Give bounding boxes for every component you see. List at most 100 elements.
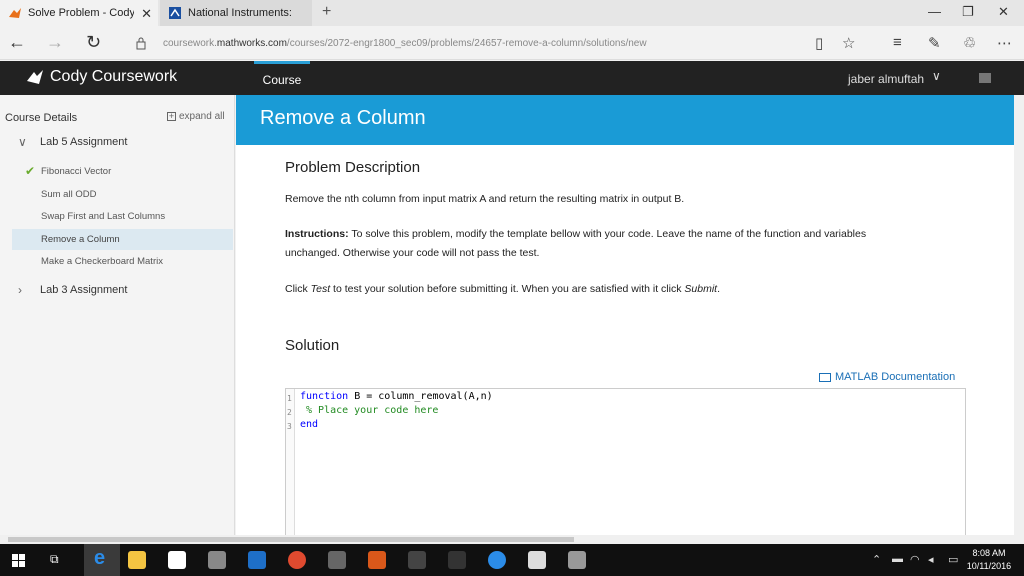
instructions-body-2: unchanged. Otherwise your code will not …: [285, 247, 540, 259]
close-tab-icon[interactable]: ✕: [141, 6, 152, 22]
expand-all-button[interactable]: + expand all: [167, 111, 225, 122]
volume-icon[interactable]: ◂: [928, 553, 934, 566]
nav-tab-course[interactable]: Course: [254, 61, 310, 95]
code-editor[interactable]: 1 2 3 function B = column_removal(A,n) %…: [285, 388, 966, 539]
doc-link-label: MATLAB Documentation: [835, 371, 956, 383]
labview-icon[interactable]: [408, 551, 426, 569]
sidebar-group-lab5[interactable]: ∨ Lab 5 Assignment: [18, 135, 127, 149]
item-label: Remove a Column: [41, 234, 120, 245]
line-number: 3: [287, 422, 292, 431]
submit-word: Submit: [684, 283, 718, 295]
code-keyword: function: [300, 391, 349, 402]
instructions-body: To solve this problem, modify the templa…: [348, 228, 867, 240]
url-path: /courses/2072-engr1800_sec09/problems/24…: [286, 38, 647, 49]
plus-icon: +: [167, 111, 176, 121]
sidebar-heading: Course Details: [5, 112, 78, 124]
checkmark-icon: ✔: [25, 164, 36, 178]
minimize-icon[interactable]: —: [928, 4, 941, 19]
taskbar-active-edge[interactable]: e: [84, 544, 120, 576]
url-input[interactable]: coursework.mathworks.com/courses/2072-en…: [163, 38, 647, 49]
ie-icon[interactable]: [488, 551, 506, 569]
group-label: Lab 5 Assignment: [40, 136, 128, 148]
share-icon[interactable]: ♲: [963, 34, 976, 52]
task-view-icon[interactable]: ⧉: [50, 552, 59, 567]
restore-icon[interactable]: ❐: [962, 4, 974, 20]
paint-icon[interactable]: [208, 551, 226, 569]
main-content: Remove a Column Problem Description Remo…: [236, 95, 1014, 539]
favorite-star-icon[interactable]: ☆: [842, 34, 855, 52]
hub-icon[interactable]: ≡: [893, 34, 902, 51]
file-explorer-icon[interactable]: [128, 551, 146, 569]
reading-view-icon[interactable]: ▯: [815, 34, 823, 52]
wifi-icon[interactable]: ◠: [910, 553, 920, 566]
problem-description-heading: Problem Description: [285, 159, 421, 176]
browser-tab-national-instruments[interactable]: National Instruments: Test, I: [160, 0, 312, 26]
new-tab-icon[interactable]: +: [322, 3, 331, 21]
problem-text: Remove the nth column from input matrix …: [285, 193, 685, 205]
chevron-right-icon: ›: [18, 283, 22, 297]
brand-logo[interactable]: Cody Coursework: [26, 68, 177, 86]
click-text: to test your solution before submitting …: [330, 283, 685, 295]
page-title: Remove a Column: [236, 95, 1014, 145]
chevron-down-icon: ∨: [18, 135, 27, 149]
web-note-icon[interactable]: ✎: [928, 34, 941, 52]
system-clock[interactable]: 8:08 AM 10/11/2016: [964, 547, 1014, 573]
edge-icon: e: [94, 547, 106, 569]
chrome-icon[interactable]: [288, 551, 306, 569]
scrollbar-thumb[interactable]: [8, 537, 574, 542]
clock-time: 8:08 AM: [972, 548, 1006, 558]
brand-name: Cody Coursework: [50, 68, 178, 85]
lock-icon: [136, 37, 146, 50]
item-label: Swap First and Last Columns: [41, 211, 166, 222]
app-icon[interactable]: [568, 551, 586, 569]
tray-chevron-icon[interactable]: ⌃: [872, 553, 881, 566]
sidebar: Course Details + expand all ∨ Lab 5 Assi…: [0, 95, 235, 535]
store-icon[interactable]: [168, 551, 186, 569]
code-line[interactable]: % Place your code here: [306, 405, 438, 416]
matlab-taskbar-icon[interactable]: [368, 551, 386, 569]
book-icon[interactable]: [979, 73, 991, 83]
sidebar-item-checkerboard-matrix[interactable]: Make a Checkerboard Matrix: [12, 251, 233, 272]
taskbar: ⧉ e ⌃ ▬ ◠ ◂ ▭ 8:08 AM 10/11/2016: [0, 544, 1024, 576]
code-line[interactable]: end: [300, 419, 318, 430]
sidebar-item-sum-all-odd[interactable]: Sum all ODD: [12, 184, 233, 205]
sidebar-item-fibonacci-vector[interactable]: ✔ Fibonacci Vector: [12, 161, 233, 182]
matlab-documentation-link[interactable]: MATLAB Documentation: [819, 371, 955, 383]
user-menu[interactable]: jaber almuftah: [848, 72, 924, 86]
ni-icon: [169, 7, 181, 19]
forward-icon[interactable]: →: [46, 32, 64, 53]
back-icon[interactable]: ←: [8, 32, 26, 53]
instructions-text: Instructions: To solve this problem, mod…: [285, 225, 975, 263]
cody-logo-icon: [27, 70, 43, 84]
url-prefix: coursework.: [163, 38, 217, 49]
vertical-scrollbar[interactable]: [1014, 95, 1024, 535]
line-number: 1: [287, 394, 292, 403]
windows-start-icon[interactable]: [12, 554, 25, 567]
battery-icon[interactable]: ▬: [892, 553, 903, 565]
clock-date: 10/11/2016: [966, 561, 1012, 571]
horizontal-scrollbar[interactable]: [0, 535, 1024, 544]
close-window-icon[interactable]: ✕: [998, 4, 1009, 20]
calculator-icon[interactable]: [328, 551, 346, 569]
solution-heading: Solution: [285, 337, 340, 354]
mathworks-icon[interactable]: [528, 551, 546, 569]
tab-title: National Instruments: Test, I: [188, 7, 294, 19]
sidebar-item-remove-a-column[interactable]: Remove a Column: [12, 229, 233, 250]
refresh-icon[interactable]: ↻: [86, 32, 101, 53]
click-text: .: [717, 283, 720, 295]
item-label: Sum all ODD: [41, 189, 97, 200]
media-player-icon[interactable]: [448, 551, 466, 569]
instructions-label: Instructions:: [285, 228, 349, 240]
code-text: B = column_removal(A,n): [348, 391, 493, 402]
test-word: Test: [310, 283, 331, 295]
notification-icon[interactable]: ▭: [948, 553, 958, 566]
sidebar-item-swap-columns[interactable]: Swap First and Last Columns: [12, 206, 233, 227]
browser-tab-solve-problem[interactable]: Solve Problem - Cody C ✕: [0, 0, 158, 26]
item-label: Make a Checkerboard Matrix: [41, 256, 163, 267]
code-line[interactable]: function B = column_removal(A,n): [300, 391, 493, 402]
more-icon[interactable]: ⋯: [997, 34, 1012, 52]
chevron-down-icon[interactable]: ∨: [932, 69, 941, 83]
outlook-icon[interactable]: [248, 551, 266, 569]
item-label: Fibonacci Vector: [41, 166, 112, 177]
sidebar-group-lab3[interactable]: › Lab 3 Assignment: [18, 283, 127, 297]
